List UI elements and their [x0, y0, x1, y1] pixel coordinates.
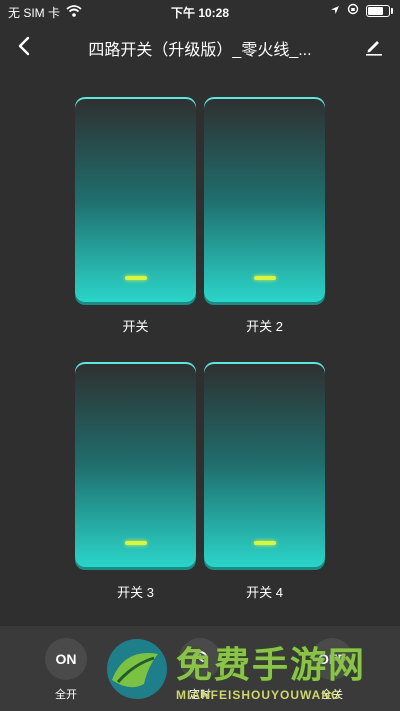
- timer-icon: [179, 638, 221, 680]
- all-on-icon: ON: [45, 638, 87, 680]
- status-bar: 无 SIM 卡 下午 10:28: [0, 0, 400, 22]
- all-on-button[interactable]: ON 全开: [36, 638, 96, 702]
- switch-indicator: [124, 541, 147, 545]
- pencil-icon: [366, 41, 382, 56]
- switch-indicator: [124, 276, 147, 280]
- all-off-button[interactable]: OFF 全关: [302, 638, 362, 702]
- switch-4-button[interactable]: [204, 362, 325, 567]
- status-right: [330, 3, 393, 18]
- back-button[interactable]: [10, 32, 38, 60]
- all-on-label: 全开: [55, 689, 77, 701]
- orientation-lock-icon: [347, 3, 359, 18]
- chevron-left-icon: [18, 36, 30, 56]
- bottom-action-bar: ON 全开 定时 OFF 全关: [0, 626, 400, 711]
- timer-label: 定时: [189, 689, 211, 701]
- switch-indicator: [253, 276, 276, 280]
- switch-2-button[interactable]: [204, 97, 325, 302]
- edit-button[interactable]: [360, 32, 388, 60]
- timer-button[interactable]: 定时: [170, 638, 230, 702]
- switch-1-button[interactable]: [75, 97, 196, 302]
- nav-bar: 四路开关（升级版）_零火线_...: [0, 28, 400, 64]
- all-off-label: 全关: [321, 689, 343, 701]
- battery-icon: [366, 4, 393, 17]
- page-title: 四路开关（升级版）_零火线_...: [88, 42, 312, 59]
- switch-2-label: 开关 2: [246, 319, 283, 334]
- battery-fill: [368, 6, 384, 15]
- switch-indicator: [253, 541, 276, 545]
- switch-4-label: 开关 4: [246, 585, 283, 600]
- switch-1-label: 开关: [122, 319, 149, 334]
- all-off-icon: OFF: [311, 638, 353, 680]
- switch-3-label: 开关 3: [117, 585, 154, 600]
- location-icon: [330, 4, 340, 18]
- switch-3-button[interactable]: [75, 362, 196, 567]
